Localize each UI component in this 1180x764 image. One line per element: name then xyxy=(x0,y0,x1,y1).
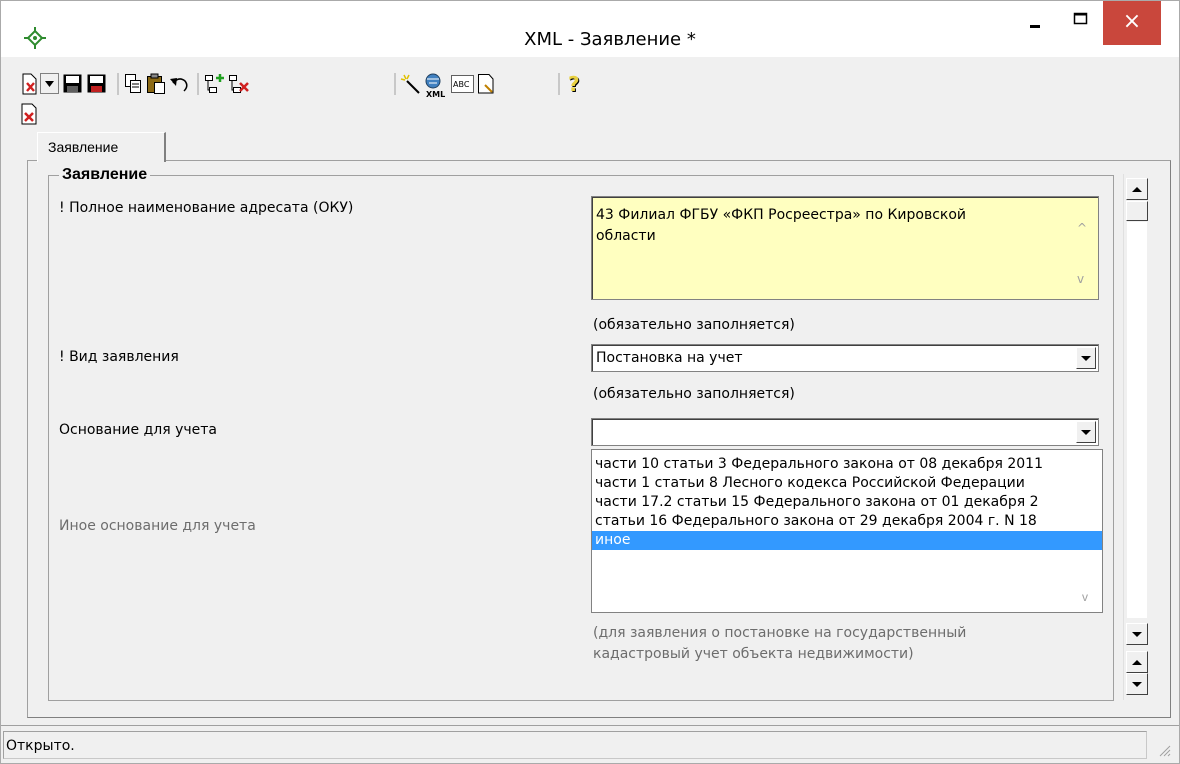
spellcheck-icon[interactable]: ABC xyxy=(451,75,474,93)
statement-type-value: Постановка на учет xyxy=(596,350,743,366)
svg-text:?: ? xyxy=(568,72,580,96)
save-icon[interactable] xyxy=(63,74,82,93)
undo-icon[interactable] xyxy=(170,78,188,92)
tab-statement[interactable]: Заявление xyxy=(37,132,166,162)
app-window: XML - Заявление * × XML ABC ? ? Заявлени… xyxy=(0,0,1180,764)
svg-text:ABC: ABC xyxy=(453,80,470,89)
scroll-down-icon[interactable]: v xyxy=(1082,590,1088,604)
paste-icon[interactable] xyxy=(147,73,165,94)
close-icon: × xyxy=(1122,9,1142,34)
minimize-button[interactable] xyxy=(1011,1,1057,41)
resize-grip-icon[interactable] xyxy=(1157,743,1171,757)
scroll-thumb[interactable] xyxy=(1126,201,1148,221)
addressee-hint: (обязательно заполняется) xyxy=(593,317,795,333)
addressee-field[interactable]: 43 Филиал ФГБУ «ФКП Росреестра» по Киров… xyxy=(591,196,1099,300)
svg-text:XML: XML xyxy=(426,90,445,99)
new-document-icon[interactable] xyxy=(22,73,37,95)
scroll-down-button[interactable] xyxy=(1126,623,1148,645)
basis-dropdown-list[interactable]: части 10 статьи 3 Федерального закона от… xyxy=(591,449,1103,613)
help-icon[interactable]: ? ? xyxy=(568,72,581,97)
status-text: Открыто. xyxy=(3,731,1147,759)
statement-type-label: ! Вид заявления xyxy=(59,349,179,365)
basis-label: Основание для учета xyxy=(59,422,217,438)
maximize-icon xyxy=(1073,12,1088,25)
addressee-scrollbar[interactable]: ^ v xyxy=(1067,198,1097,298)
other-basis-hint: (для заявления о постановке на государст… xyxy=(593,623,966,665)
dropdown-arrow-icon[interactable] xyxy=(40,73,59,94)
close-button[interactable]: × xyxy=(1103,1,1161,45)
maximize-button[interactable] xyxy=(1057,1,1103,41)
scroll-down-icon[interactable]: v xyxy=(1077,269,1084,290)
other-basis-label: Иное основание для учета xyxy=(59,518,256,534)
toolbar-icons: XML ABC ? ? xyxy=(22,72,581,99)
delete-node-icon[interactable] xyxy=(229,75,249,93)
status-bar: Открыто. xyxy=(1,725,1179,763)
dropdown-option[interactable]: части 10 статьи 3 Федерального закона от… xyxy=(592,455,1102,474)
chevron-up-icon xyxy=(1132,186,1142,192)
form-scrollbar[interactable] xyxy=(1123,174,1149,700)
basis-select[interactable] xyxy=(591,418,1099,446)
xml-icon[interactable]: XML xyxy=(425,73,445,99)
dropdown-option-selected[interactable]: иное xyxy=(592,531,1102,550)
other-basis-hint-line2: кадастровый учет объекта недвижимости) xyxy=(593,646,914,662)
statement-type-hint: (обязательно заполняется) xyxy=(593,386,795,402)
copy-icon[interactable] xyxy=(125,74,141,93)
dropdown-option[interactable]: части 17.2 статьи 15 Федерального закона… xyxy=(592,493,1102,512)
dropdown-option[interactable]: части 1 статьи 8 Лесного кодекса Российс… xyxy=(592,474,1102,493)
tab-label: Заявление xyxy=(48,139,119,155)
scroll-track[interactable] xyxy=(1127,222,1147,618)
addressee-value: 43 Филиал ФГБУ «ФКП Росреестра» по Киров… xyxy=(596,207,967,244)
statement-type-select[interactable]: Постановка на учет xyxy=(591,344,1099,372)
minimize-icon xyxy=(1030,25,1040,28)
chevron-down-icon xyxy=(1132,681,1142,687)
page-icon[interactable] xyxy=(478,74,494,94)
scroll-up-icon[interactable]: ^ xyxy=(1077,218,1087,239)
other-basis-hint-line1: (для заявления о постановке на государст… xyxy=(593,625,967,641)
basis-dropdown-button[interactable] xyxy=(1076,421,1096,443)
scroll-up-button[interactable] xyxy=(1126,178,1148,200)
chevron-down-icon xyxy=(1081,355,1091,361)
chevron-down-icon xyxy=(1132,631,1142,637)
add-node-icon[interactable] xyxy=(205,74,225,93)
magic-wand-icon[interactable] xyxy=(400,74,420,94)
statement-type-dropdown-button[interactable] xyxy=(1076,347,1096,369)
scroll-up-button-2[interactable] xyxy=(1126,651,1148,673)
chevron-up-icon xyxy=(1132,659,1142,665)
group-title: Заявление xyxy=(59,166,151,184)
save-as-icon[interactable] xyxy=(87,74,106,93)
chevron-down-icon xyxy=(1081,429,1091,435)
dropdown-option[interactable]: статьи 16 Федерального закона от 29 дека… xyxy=(592,512,1102,531)
scroll-down-button-2[interactable] xyxy=(1126,673,1148,695)
addressee-label: ! Полное наименование адресата (ОКУ) xyxy=(59,200,354,216)
